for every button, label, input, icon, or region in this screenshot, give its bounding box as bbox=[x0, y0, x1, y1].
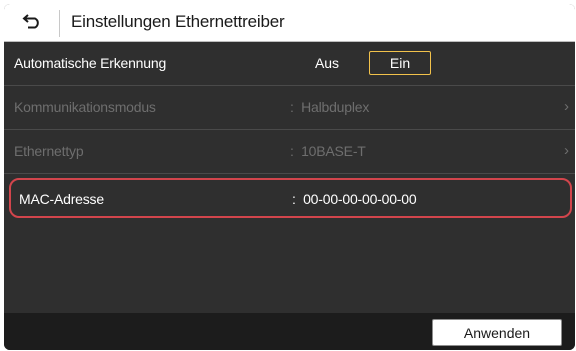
row-ethernet-type[interactable]: Ethernettyp : 10BASE-T › bbox=[4, 130, 575, 174]
row-comm-mode[interactable]: Kommunikationsmodus : Halbduplex › bbox=[4, 86, 575, 130]
row-auto-detect: Automatische Erkennung Aus Ein bbox=[4, 42, 575, 86]
back-button[interactable] bbox=[12, 10, 52, 37]
mac-address-label: MAC-Adresse bbox=[19, 191, 104, 207]
header-divider bbox=[59, 10, 60, 37]
back-arrow-icon bbox=[22, 13, 42, 34]
chevron-right-icon: › bbox=[564, 142, 569, 159]
ethernet-type-value: : 10BASE-T bbox=[290, 143, 366, 159]
apply-button[interactable]: Anwenden bbox=[432, 319, 562, 346]
toggle-option-aus[interactable]: Aus bbox=[291, 49, 363, 77]
toggle-option-ein[interactable]: Ein bbox=[369, 51, 431, 75]
auto-detect-label: Automatische Erkennung bbox=[14, 55, 167, 71]
header: Einstellungen Ethernettreiber bbox=[4, 4, 575, 42]
ethernet-type-label: Ethernettyp bbox=[14, 143, 84, 159]
comm-mode-value: : Halbduplex bbox=[290, 99, 370, 115]
mac-address-value: : 00-00-00-00-00-00 bbox=[292, 191, 417, 207]
auto-detect-toggle: Aus Ein bbox=[291, 49, 447, 77]
screen: Einstellungen Ethernettreiber Automatisc… bbox=[4, 4, 575, 350]
chevron-right-icon: › bbox=[564, 98, 569, 115]
comm-mode-label: Kommunikationsmodus bbox=[14, 99, 156, 115]
row-mac-address: MAC-Adresse : 00-00-00-00-00-00 bbox=[9, 178, 572, 218]
page-title: Einstellungen Ethernettreiber bbox=[71, 12, 285, 31]
footer-bar: Anwenden bbox=[4, 313, 575, 350]
